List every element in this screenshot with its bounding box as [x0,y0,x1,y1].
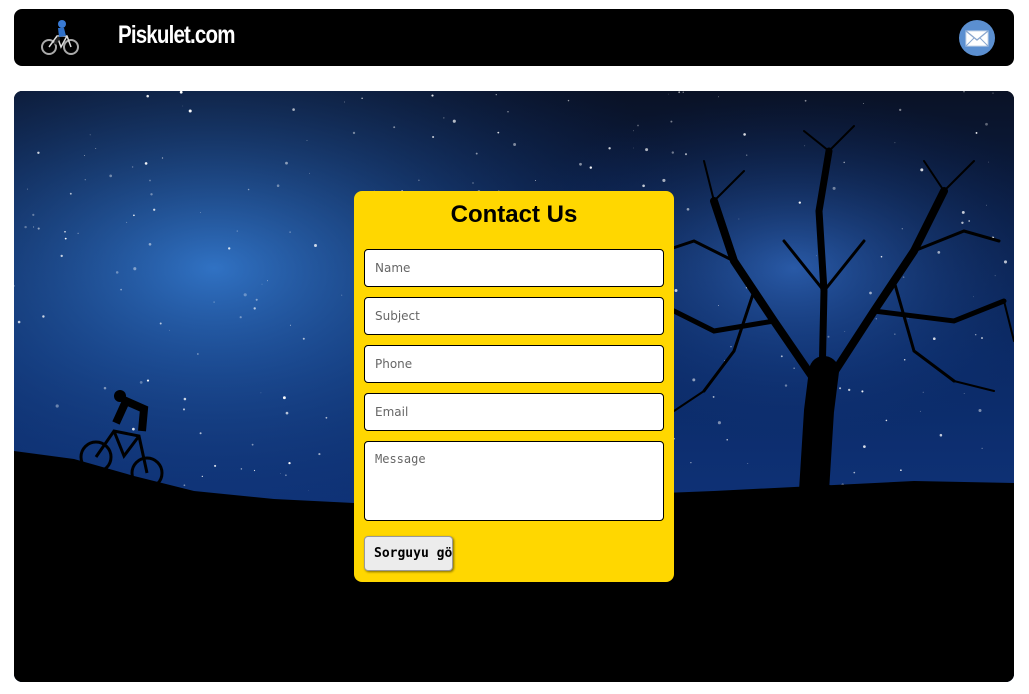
email-input[interactable] [364,393,664,431]
submit-button[interactable]: Sorguyu gönder [364,536,453,571]
mail-icon [965,30,989,47]
top-navbar: Piskulet.com [14,9,1014,66]
mail-button[interactable] [959,20,995,56]
phone-input[interactable] [364,345,664,383]
contact-form: Contact Us Sorguyu gönder [354,191,674,582]
subject-input[interactable] [364,297,664,335]
name-input[interactable] [364,249,664,287]
cyclist-icon[interactable] [40,18,80,58]
site-brand[interactable]: Piskulet.com [118,21,235,50]
form-title: Contact Us [450,201,578,228]
message-textarea[interactable] [364,441,664,521]
